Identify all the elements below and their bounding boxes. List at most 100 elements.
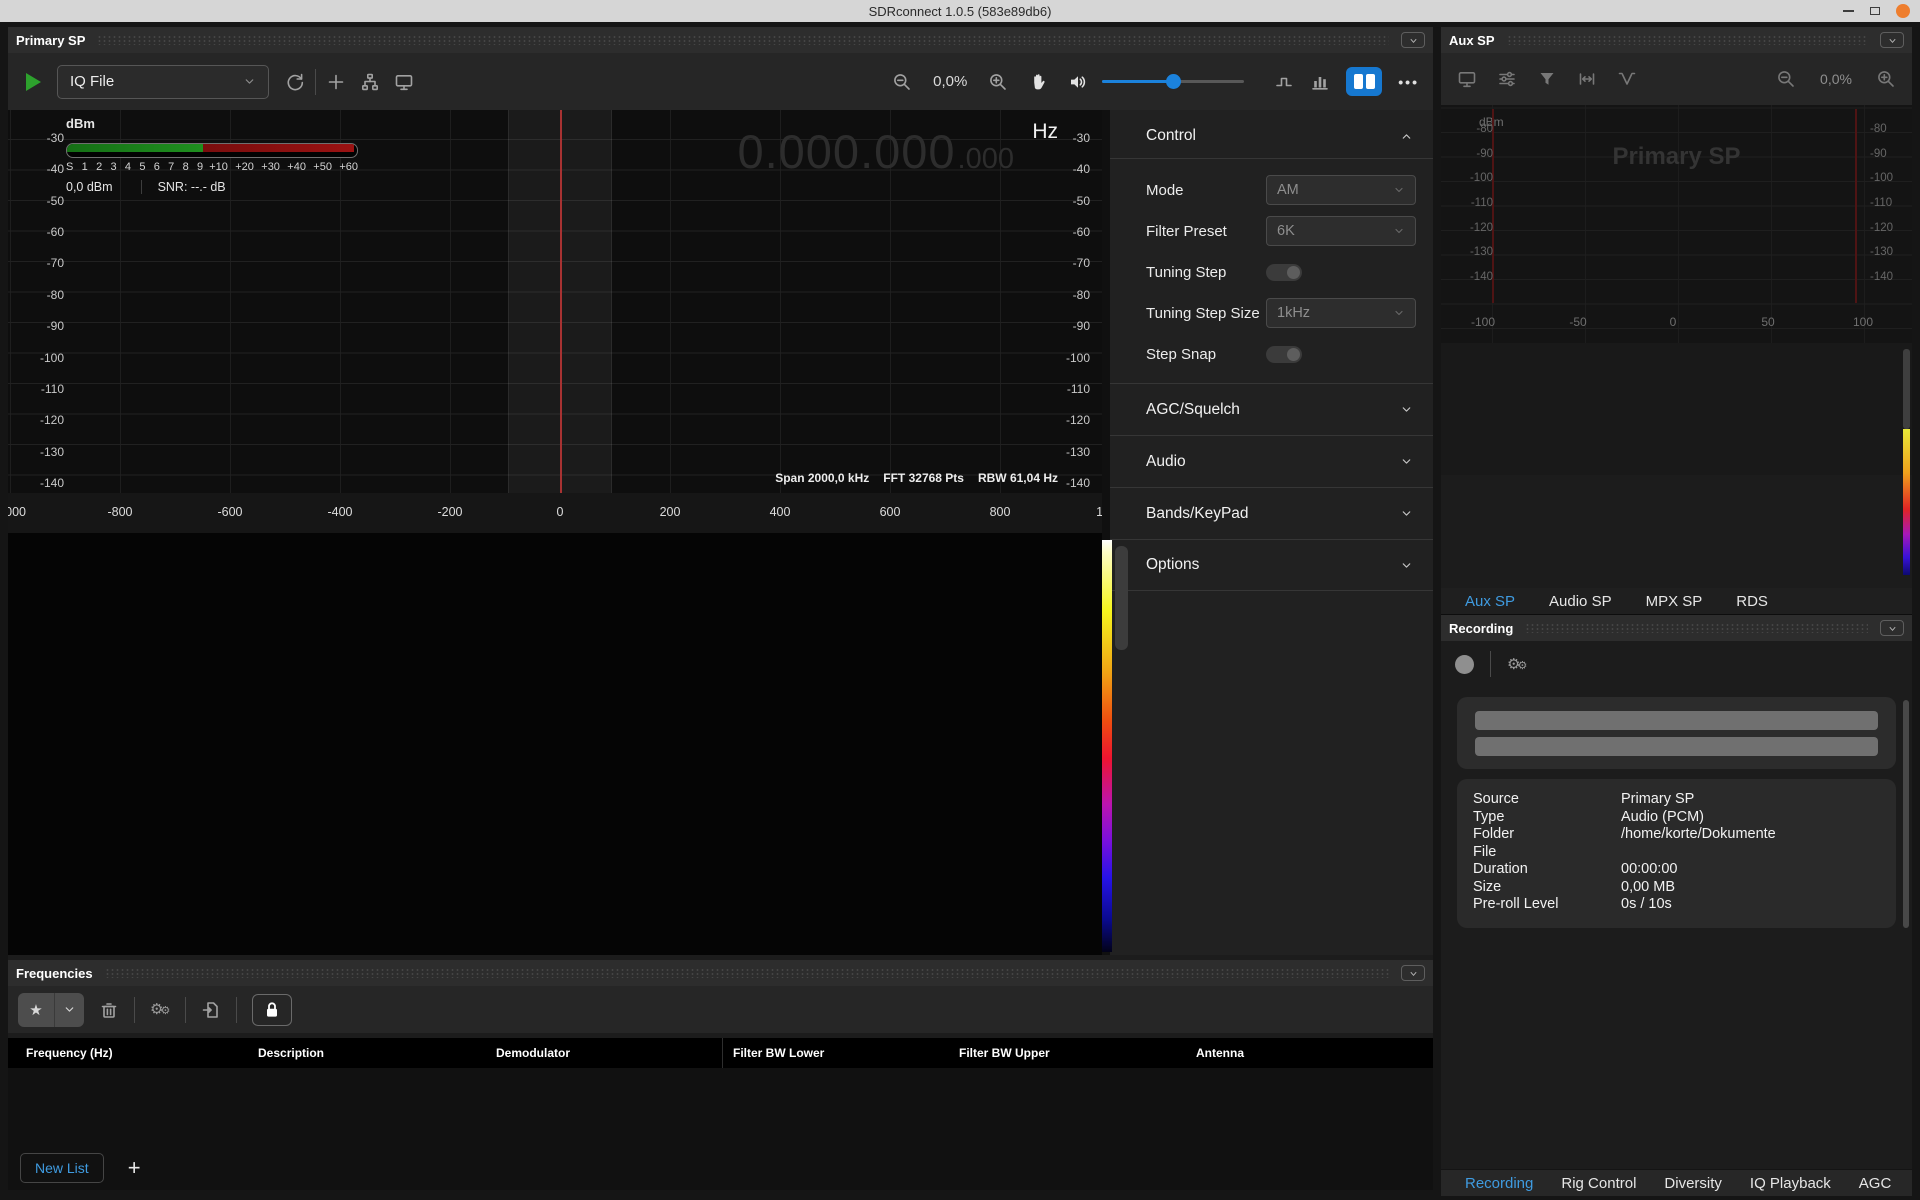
primary-toolbar: IQ File 0,0% <box>8 53 1433 110</box>
lock-button[interactable] <box>252 994 292 1026</box>
db-tick: -100 <box>1870 172 1893 184</box>
waterfall-display[interactable] <box>8 533 1102 955</box>
aux-frequency-axis: -100-50050100 <box>1483 315 1863 335</box>
tab-agc[interactable]: AGC <box>1859 1175 1892 1192</box>
section-control[interactable]: Control <box>1110 110 1433 159</box>
panel-drag-handle[interactable] <box>97 35 1389 45</box>
zoom-out-button[interactable] <box>892 72 912 92</box>
frequency-settings-button[interactable]: ⚙⚙ <box>150 1002 170 1017</box>
section-agc-squelch[interactable]: AGC/Squelch <box>1110 383 1433 435</box>
waterfall-scrollbar[interactable] <box>1115 546 1128 650</box>
monitor-icon <box>1457 69 1477 89</box>
panel-drag-handle[interactable] <box>105 968 1389 978</box>
chevron-up-icon <box>1400 130 1413 143</box>
recording-scrollbar[interactable] <box>1903 700 1909 928</box>
panel-drag-handle[interactable] <box>1525 623 1868 633</box>
frequencies-header: Frequencies <box>8 960 1433 986</box>
tab-mpx-sp[interactable]: MPX SP <box>1646 593 1703 610</box>
mode-select[interactable]: AM <box>1266 175 1416 205</box>
aux-zoom-out-button[interactable] <box>1776 69 1796 89</box>
star-icon[interactable]: ★ <box>18 993 54 1027</box>
tab-rds[interactable]: RDS <box>1736 593 1768 610</box>
panel-drag-handle[interactable] <box>1507 35 1868 45</box>
step-snap-toggle[interactable] <box>1266 346 1302 363</box>
column-header[interactable]: Filter BW Lower <box>722 1038 959 1068</box>
title-bar[interactable]: SDRconnect 1.0.5 (583e89db6) <box>0 0 1920 22</box>
tab-recording[interactable]: Recording <box>1465 1175 1533 1192</box>
new-list-tab[interactable]: New List <box>20 1153 104 1183</box>
split-view-button[interactable] <box>1346 67 1382 96</box>
aux-spectrum-display[interactable]: dBm Primary SP -80-90-100-110-120-130-14… <box>1441 105 1912 343</box>
db-tick: -110 <box>41 382 64 396</box>
volume-slider[interactable] <box>1102 80 1244 83</box>
tuning-step-size-select[interactable]: 1kHz <box>1266 298 1416 328</box>
spectrum-display[interactable]: dBm -30-40-50-60-70-80-90-100-110-120-13… <box>8 110 1102 493</box>
aux-sp-collapse-button[interactable] <box>1880 32 1904 48</box>
zoom-in-button[interactable] <box>988 72 1008 92</box>
column-header[interactable]: Description <box>258 1038 496 1068</box>
volume-icon[interactable] <box>1068 72 1088 92</box>
recording-info-panel: Source Primary SP Type Audio (PCM) Folde… <box>1457 779 1896 928</box>
tab-rig-control[interactable]: Rig Control <box>1561 1175 1636 1192</box>
column-header[interactable]: Antenna <box>1196 1038 1433 1068</box>
column-header[interactable]: Demodulator <box>496 1038 732 1068</box>
maximize-button[interactable] <box>1870 7 1880 15</box>
section-title: AGC/Squelch <box>1146 401 1240 419</box>
chevron-down-icon <box>1393 184 1405 196</box>
record-settings-button[interactable]: ⚙⚙ <box>1507 657 1527 672</box>
tab-aux-sp[interactable]: Aux SP <box>1465 593 1515 610</box>
import-file-icon <box>201 1000 221 1020</box>
network-button[interactable] <box>360 72 380 92</box>
section-audio[interactable]: Audio <box>1110 435 1433 487</box>
aux-filter-button[interactable] <box>1537 69 1557 89</box>
toolbar-divider <box>315 69 316 95</box>
import-export-button[interactable] <box>201 1000 221 1020</box>
pan-button[interactable] <box>1028 72 1048 92</box>
chevron-down-icon <box>63 1003 76 1016</box>
section-bands-keypad[interactable]: Bands/KeyPad <box>1110 487 1433 539</box>
add-button[interactable] <box>326 72 346 92</box>
tab-diversity[interactable]: Diversity <box>1664 1175 1722 1192</box>
delete-frequency-button[interactable] <box>99 1000 119 1020</box>
display-button[interactable] <box>394 72 414 92</box>
favorites-dropdown-button[interactable] <box>55 993 84 1027</box>
aux-waterfall[interactable] <box>1441 343 1912 475</box>
refresh-button[interactable] <box>285 72 305 92</box>
frequency-digits[interactable]: 0.000.000 <box>737 124 955 179</box>
frequency-digits-small[interactable]: .000 <box>958 143 1014 176</box>
tuning-step-toggle[interactable] <box>1266 264 1302 281</box>
minimize-button[interactable] <box>1843 10 1854 12</box>
aux-adjust-button[interactable] <box>1497 69 1517 89</box>
frequencies-collapse-button[interactable] <box>1401 965 1425 981</box>
primary-sp-collapse-button[interactable] <box>1401 32 1425 48</box>
aux-zoom-in-button[interactable] <box>1876 69 1896 89</box>
aux-span-button[interactable] <box>1577 69 1597 89</box>
add-list-button[interactable]: + <box>128 1155 141 1181</box>
record-button[interactable] <box>1455 655 1474 674</box>
aux-display-button[interactable] <box>1457 69 1477 89</box>
section-options[interactable]: Options <box>1110 539 1433 591</box>
column-header[interactable]: Filter BW Upper <box>959 1038 1196 1068</box>
aux-scrollbar-thumb[interactable] <box>1903 349 1910 429</box>
close-button[interactable] <box>1896 4 1910 18</box>
step-display-button[interactable] <box>1274 72 1294 92</box>
aux-notch-filter-button[interactable] <box>1617 69 1637 89</box>
fft-readout: FFT 32768 Pts <box>883 471 964 485</box>
play-button[interactable] <box>26 73 41 91</box>
column-header[interactable]: Frequency (Hz) <box>26 1038 258 1068</box>
recording-collapse-button[interactable] <box>1880 620 1904 636</box>
volume-slider-thumb[interactable] <box>1166 74 1181 89</box>
primary-sp-title: Primary SP <box>16 33 85 48</box>
source-select[interactable]: IQ File <box>57 65 269 99</box>
tab-audio-sp[interactable]: Audio SP <box>1549 593 1612 610</box>
frequency-display[interactable]: 0.000.000 .000 <box>737 124 1014 179</box>
favorites-split-button[interactable]: ★ <box>18 993 84 1027</box>
tab-iq-playback[interactable]: IQ Playback <box>1750 1175 1831 1192</box>
db-scale-right: -30-40-50-60-70-80-90-100-110-120-130-14… <box>1046 131 1090 490</box>
spectrum-view-button[interactable] <box>1310 72 1330 92</box>
filter-preset-select[interactable]: 6K <box>1266 216 1416 246</box>
more-options-button[interactable]: ••• <box>1398 74 1419 90</box>
field-label: Duration <box>1473 861 1621 879</box>
db-tick: -80 <box>47 288 64 302</box>
toolbar-divider <box>185 997 186 1023</box>
